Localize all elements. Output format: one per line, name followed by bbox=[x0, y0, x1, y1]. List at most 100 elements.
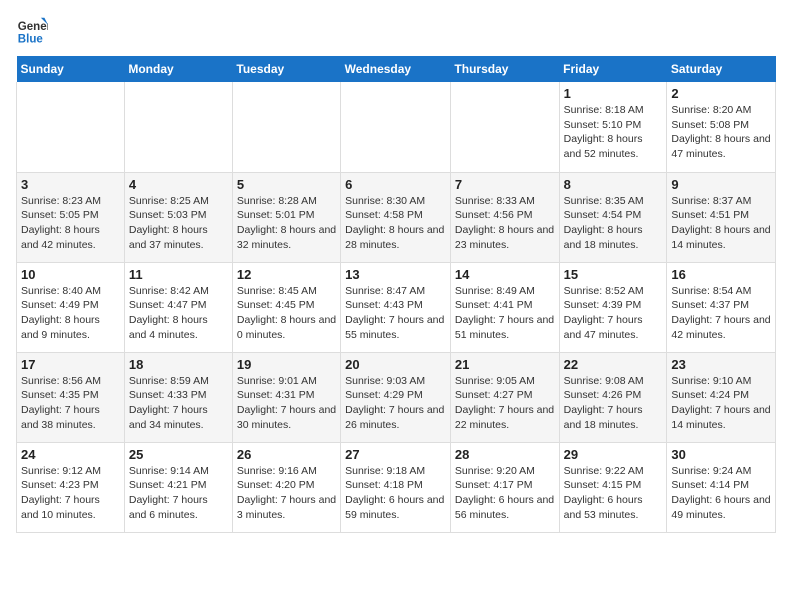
day-number: 8 bbox=[564, 177, 663, 192]
day-detail: Sunrise: 9:05 AMSunset: 4:27 PMDaylight:… bbox=[455, 374, 555, 433]
day-detail: Sunrise: 8:54 AMSunset: 4:37 PMDaylight:… bbox=[671, 284, 771, 343]
day-number: 26 bbox=[237, 447, 336, 462]
calendar-cell: 15 Sunrise: 8:52 AMSunset: 4:39 PMDayligh… bbox=[559, 262, 667, 352]
weekday-header: Thursday bbox=[450, 56, 559, 82]
weekday-header: Wednesday bbox=[341, 56, 451, 82]
day-number: 19 bbox=[237, 357, 336, 372]
day-detail: Sunrise: 8:37 AMSunset: 4:51 PMDaylight:… bbox=[671, 194, 771, 253]
day-detail: Sunrise: 9:08 AMSunset: 4:26 PMDaylight:… bbox=[564, 374, 663, 433]
calendar-cell: 27 Sunrise: 9:18 AMSunset: 4:18 PMDayligh… bbox=[341, 442, 451, 532]
day-number: 29 bbox=[564, 447, 663, 462]
day-number: 21 bbox=[455, 357, 555, 372]
day-number: 15 bbox=[564, 267, 663, 282]
calendar-cell: 28 Sunrise: 9:20 AMSunset: 4:17 PMDayligh… bbox=[450, 442, 559, 532]
calendar-cell: 19 Sunrise: 9:01 AMSunset: 4:31 PMDayligh… bbox=[232, 352, 340, 442]
day-number: 18 bbox=[129, 357, 228, 372]
day-number: 30 bbox=[671, 447, 771, 462]
calendar-header: SundayMondayTuesdayWednesdayThursdayFrid… bbox=[17, 56, 776, 82]
calendar-cell: 4 Sunrise: 8:25 AMSunset: 5:03 PMDaylight… bbox=[124, 172, 232, 262]
day-detail: Sunrise: 9:14 AMSunset: 4:21 PMDaylight:… bbox=[129, 464, 228, 523]
calendar-table: SundayMondayTuesdayWednesdayThursdayFrid… bbox=[16, 56, 776, 533]
day-detail: Sunrise: 8:42 AMSunset: 4:47 PMDaylight:… bbox=[129, 284, 228, 343]
day-number: 13 bbox=[345, 267, 446, 282]
day-detail: Sunrise: 9:10 AMSunset: 4:24 PMDaylight:… bbox=[671, 374, 771, 433]
day-number: 1 bbox=[564, 86, 663, 101]
day-number: 3 bbox=[21, 177, 120, 192]
calendar-cell: 14Sunrise: 8:49 AMSunset: 4:41 PMDayligh… bbox=[450, 262, 559, 352]
calendar-cell: 21 Sunrise: 9:05 AMSunset: 4:27 PMDayligh… bbox=[450, 352, 559, 442]
day-number: 11 bbox=[129, 267, 228, 282]
day-detail: Sunrise: 8:33 AMSunset: 4:56 PMDaylight:… bbox=[455, 194, 555, 253]
day-number: 25 bbox=[129, 447, 228, 462]
day-detail: Sunrise: 9:20 AMSunset: 4:17 PMDaylight:… bbox=[455, 464, 555, 523]
day-detail: Sunrise: 9:16 AMSunset: 4:20 PMDaylight:… bbox=[237, 464, 336, 523]
day-number: 24 bbox=[21, 447, 120, 462]
day-number: 22 bbox=[564, 357, 663, 372]
day-detail: Sunrise: 9:18 AMSunset: 4:18 PMDaylight:… bbox=[345, 464, 446, 523]
day-number: 9 bbox=[671, 177, 771, 192]
calendar-cell: 11 Sunrise: 8:42 AMSunset: 4:47 PMDayligh… bbox=[124, 262, 232, 352]
calendar-cell bbox=[450, 82, 559, 172]
day-detail: Sunrise: 8:23 AMSunset: 5:05 PMDaylight:… bbox=[21, 194, 120, 253]
calendar-cell: 24 Sunrise: 9:12 AMSunset: 4:23 PMDayligh… bbox=[17, 442, 125, 532]
calendar-cell: 30 Sunrise: 9:24 AMSunset: 4:14 PMDayligh… bbox=[667, 442, 776, 532]
calendar-cell bbox=[341, 82, 451, 172]
calendar-cell: 23 Sunrise: 9:10 AMSunset: 4:24 PMDayligh… bbox=[667, 352, 776, 442]
day-detail: Sunrise: 9:24 AMSunset: 4:14 PMDaylight:… bbox=[671, 464, 771, 523]
day-detail: Sunrise: 8:47 AMSunset: 4:43 PMDaylight:… bbox=[345, 284, 446, 343]
calendar-cell: 20 Sunrise: 9:03 AMSunset: 4:29 PMDayligh… bbox=[341, 352, 451, 442]
logo: General Blue bbox=[16, 16, 48, 48]
calendar-cell bbox=[124, 82, 232, 172]
day-number: 12 bbox=[237, 267, 336, 282]
day-detail: Sunrise: 8:20 AMSunset: 5:08 PMDaylight:… bbox=[671, 103, 771, 162]
logo-icon: General Blue bbox=[16, 16, 48, 48]
day-number: 2 bbox=[671, 86, 771, 101]
weekday-header: Sunday bbox=[17, 56, 125, 82]
calendar-cell: 29 Sunrise: 9:22 AMSunset: 4:15 PMDayligh… bbox=[559, 442, 667, 532]
day-number: 27 bbox=[345, 447, 446, 462]
day-number: 10 bbox=[21, 267, 120, 282]
weekday-header: Friday bbox=[559, 56, 667, 82]
calendar-cell: 25 Sunrise: 9:14 AMSunset: 4:21 PMDayligh… bbox=[124, 442, 232, 532]
day-detail: Sunrise: 8:35 AMSunset: 4:54 PMDaylight:… bbox=[564, 194, 663, 253]
day-detail: Sunrise: 8:28 AMSunset: 5:01 PMDaylight:… bbox=[237, 194, 336, 253]
day-detail: Sunrise: 9:22 AMSunset: 4:15 PMDaylight:… bbox=[564, 464, 663, 523]
day-detail: Sunrise: 9:01 AMSunset: 4:31 PMDaylight:… bbox=[237, 374, 336, 433]
calendar-cell bbox=[17, 82, 125, 172]
day-detail: Sunrise: 9:03 AMSunset: 4:29 PMDaylight:… bbox=[345, 374, 446, 433]
calendar-cell: 18 Sunrise: 8:59 AMSunset: 4:33 PMDayligh… bbox=[124, 352, 232, 442]
day-detail: Sunrise: 8:25 AMSunset: 5:03 PMDaylight:… bbox=[129, 194, 228, 253]
weekday-header: Monday bbox=[124, 56, 232, 82]
day-detail: Sunrise: 8:30 AMSunset: 4:58 PMDaylight:… bbox=[345, 194, 446, 253]
svg-text:Blue: Blue bbox=[18, 34, 44, 46]
day-detail: Sunrise: 8:56 AMSunset: 4:35 PMDaylight:… bbox=[21, 374, 120, 433]
day-number: 5 bbox=[237, 177, 336, 192]
day-detail: Sunrise: 8:59 AMSunset: 4:33 PMDaylight:… bbox=[129, 374, 228, 433]
day-number: 14 bbox=[455, 267, 555, 282]
calendar-cell bbox=[232, 82, 340, 172]
calendar-cell: 1 Sunrise: 8:18 AMSunset: 5:10 PMDaylight… bbox=[559, 82, 667, 172]
day-number: 7 bbox=[455, 177, 555, 192]
day-detail: Sunrise: 8:18 AMSunset: 5:10 PMDaylight:… bbox=[564, 103, 663, 162]
day-number: 6 bbox=[345, 177, 446, 192]
calendar-cell: 6 Sunrise: 8:30 AMSunset: 4:58 PMDaylight… bbox=[341, 172, 451, 262]
calendar-cell: 10Sunrise: 8:40 AMSunset: 4:49 PMDayligh… bbox=[17, 262, 125, 352]
day-detail: Sunrise: 8:52 AMSunset: 4:39 PMDaylight:… bbox=[564, 284, 663, 343]
day-number: 17 bbox=[21, 357, 120, 372]
day-detail: Sunrise: 9:12 AMSunset: 4:23 PMDaylight:… bbox=[21, 464, 120, 523]
calendar-cell: 26 Sunrise: 9:16 AMSunset: 4:20 PMDayligh… bbox=[232, 442, 340, 532]
weekday-header: Saturday bbox=[667, 56, 776, 82]
calendar-cell: 22 Sunrise: 9:08 AMSunset: 4:26 PMDayligh… bbox=[559, 352, 667, 442]
calendar-cell: 13 Sunrise: 8:47 AMSunset: 4:43 PMDayligh… bbox=[341, 262, 451, 352]
calendar-cell: 8 Sunrise: 8:35 AMSunset: 4:54 PMDaylight… bbox=[559, 172, 667, 262]
day-number: 4 bbox=[129, 177, 228, 192]
svg-text:General: General bbox=[18, 21, 48, 33]
day-number: 28 bbox=[455, 447, 555, 462]
calendar-cell: 7 Sunrise: 8:33 AMSunset: 4:56 PMDaylight… bbox=[450, 172, 559, 262]
weekday-header: Tuesday bbox=[232, 56, 340, 82]
day-number: 20 bbox=[345, 357, 446, 372]
calendar-cell: 12Sunrise: 8:45 AMSunset: 4:45 PMDayligh… bbox=[232, 262, 340, 352]
calendar-cell: 17 Sunrise: 8:56 AMSunset: 4:35 PMDayligh… bbox=[17, 352, 125, 442]
day-number: 23 bbox=[671, 357, 771, 372]
calendar-cell: 3 Sunrise: 8:23 AMSunset: 5:05 PMDaylight… bbox=[17, 172, 125, 262]
